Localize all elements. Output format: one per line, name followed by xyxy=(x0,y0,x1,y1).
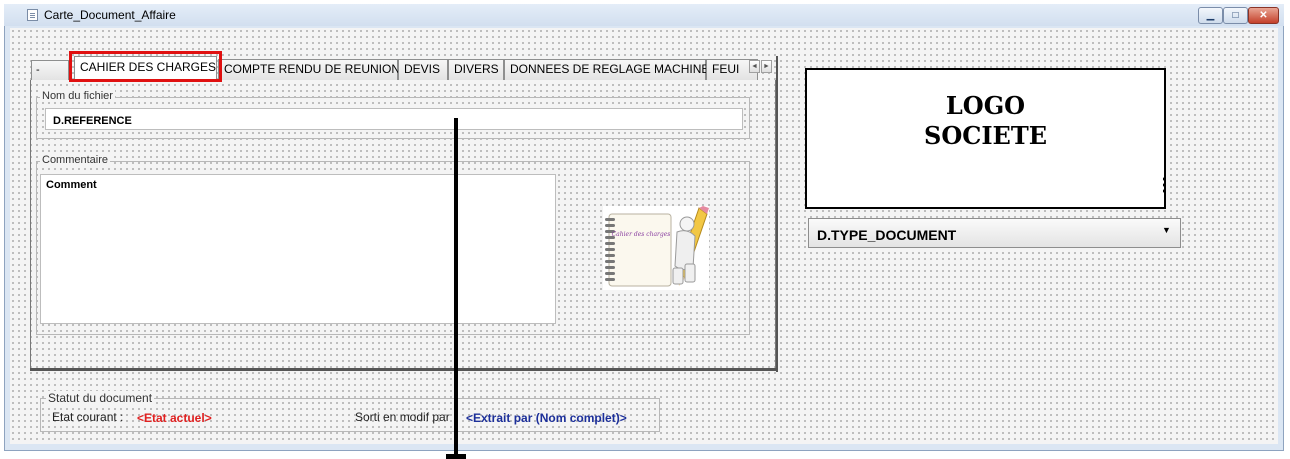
chevron-down-icon[interactable]: ▼ xyxy=(1162,225,1171,235)
sorti-value: <Extrait par (Nom complet)> xyxy=(466,411,627,425)
window-title: Carte_Document_Affaire xyxy=(44,8,176,22)
title-bar[interactable] xyxy=(4,4,1284,26)
document-type-combo[interactable]: D.TYPE_DOCUMENT xyxy=(808,218,1181,248)
notebook-caption: Cahier des charges xyxy=(612,231,671,238)
company-logo: LOGO SOCIETE xyxy=(805,68,1166,209)
filename-field[interactable]: D.REFERENCE xyxy=(45,108,743,130)
comment-group-label: Commentaire xyxy=(40,154,111,166)
tab-scroll-left-icon[interactable]: ◄ xyxy=(749,60,760,73)
maximize-button[interactable]: □ xyxy=(1223,7,1248,24)
logo-line-1: LOGO xyxy=(945,91,1026,120)
logo-resize-handle xyxy=(1162,176,1166,194)
sorti-label: Sorti en modif par : xyxy=(355,410,457,424)
document-type-value: D.TYPE_DOCUMENT xyxy=(817,227,957,243)
tab-donnees-de-reglage-machine[interactable]: DONNEES DE REGLAGE MACHINE xyxy=(504,59,709,80)
tab-compte-rendu-de-reunion[interactable]: COMPTE RENDU DE REUNION xyxy=(218,59,400,80)
filename-group-label: Nom du fichier xyxy=(40,90,115,102)
tab-panel-edge xyxy=(776,56,778,372)
etat-value: <Etat actuel> xyxy=(137,411,212,425)
vertical-cursor-line xyxy=(454,118,458,456)
status-group-label: Statut du document xyxy=(46,391,155,405)
tab-leading-stub[interactable]: - xyxy=(31,60,69,80)
vertical-cursor-cap xyxy=(446,454,466,459)
form-icon xyxy=(27,9,38,21)
close-button[interactable]: ✕ xyxy=(1248,7,1279,24)
tab-scroll-right-icon[interactable]: ► xyxy=(761,60,772,73)
tab-devis[interactable]: DEVIS xyxy=(398,59,448,80)
etat-label: Etat courant : xyxy=(52,410,124,424)
tab-panel-bottom-edge xyxy=(30,368,778,371)
comment-field[interactable]: Comment xyxy=(40,174,556,324)
tab-highlight-annotation xyxy=(69,51,222,82)
minimize-button[interactable]: ▁ xyxy=(1198,7,1223,24)
tab-divers[interactable]: DIVERS xyxy=(448,59,504,80)
logo-line-2: SOCIETE xyxy=(923,121,1047,150)
notebook-pencil-icon: Cahier des charges xyxy=(603,206,709,290)
